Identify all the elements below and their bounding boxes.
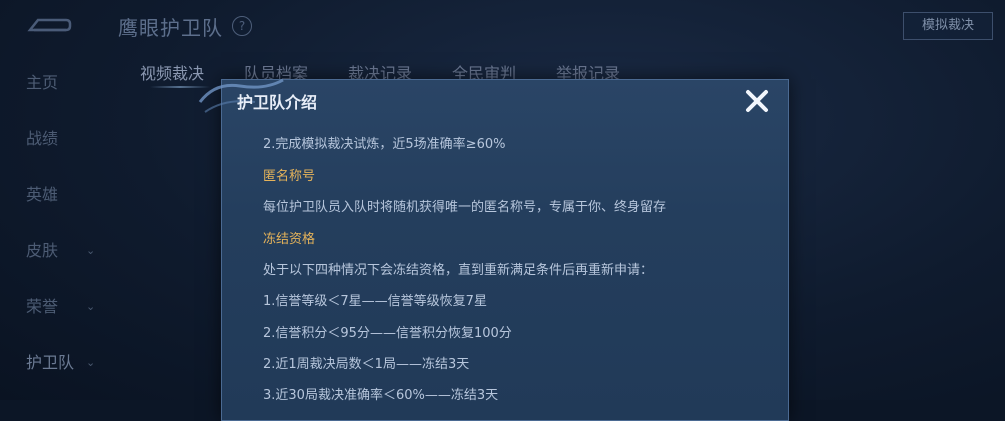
close-icon[interactable]: [742, 86, 772, 116]
sidebar-item-label: 皮肤: [26, 241, 59, 260]
sidebar-item-label: 主页: [26, 73, 59, 92]
sidebar-item[interactable]: 皮肤 ⌄: [0, 223, 110, 279]
chevron-down-icon: ⌄: [86, 244, 96, 257]
body-text: 3.近30局裁决准确率＜60%——冻结3天: [263, 388, 499, 403]
sidebar-item[interactable]: 荣誉 ⌄: [0, 279, 110, 335]
simulate-judgement-button[interactable]: 模拟裁决: [903, 12, 993, 40]
sidebar-item[interactable]: 护卫队 ⌄: [0, 335, 110, 391]
sidebar-item[interactable]: 战绩: [0, 111, 110, 167]
page-title: 鹰眼护卫队: [118, 16, 223, 40]
sidebar-item[interactable]: 英雄: [0, 167, 110, 223]
back-arrow-icon[interactable]: [26, 12, 72, 36]
sidebar-item-label: 战绩: [26, 129, 59, 148]
modal-title: 护卫队介绍: [237, 93, 318, 112]
chevron-down-icon: ⌄: [86, 356, 96, 369]
sidebar-item-label: 护卫队: [26, 353, 75, 372]
body-text: 处于以下四种情况下会冻结资格，直到重新满足条件后再重新申请：: [263, 263, 654, 278]
sidebar-item[interactable]: 主页: [0, 55, 110, 111]
section-heading: 冻结资格: [263, 232, 316, 247]
sidebar-item-label: 荣誉: [26, 297, 59, 316]
chevron-down-icon: ⌄: [86, 300, 96, 313]
body-text: 2.信誉积分＜95分——信誉积分恢复100分: [263, 326, 512, 341]
body-text: 2.近1周裁决局数＜1局——冻结3天: [263, 357, 470, 372]
body-text: 2.完成模拟裁决试炼，近5场准确率≥60%: [263, 137, 506, 152]
section-heading: 匿名称号: [263, 169, 316, 184]
sidebar-item-label: 英雄: [26, 185, 59, 204]
help-icon[interactable]: ?: [232, 16, 252, 36]
body-text: 1.信誉等级＜7星——信誉等级恢复7星: [263, 294, 487, 309]
body-text: 每位护卫队员入队时将随机获得唯一的匿名称号，专属于你、终身留存: [263, 200, 667, 215]
sidebar: 主页战绩英雄皮肤 ⌄ 荣誉 ⌄ 护卫队 ⌄: [0, 55, 110, 391]
